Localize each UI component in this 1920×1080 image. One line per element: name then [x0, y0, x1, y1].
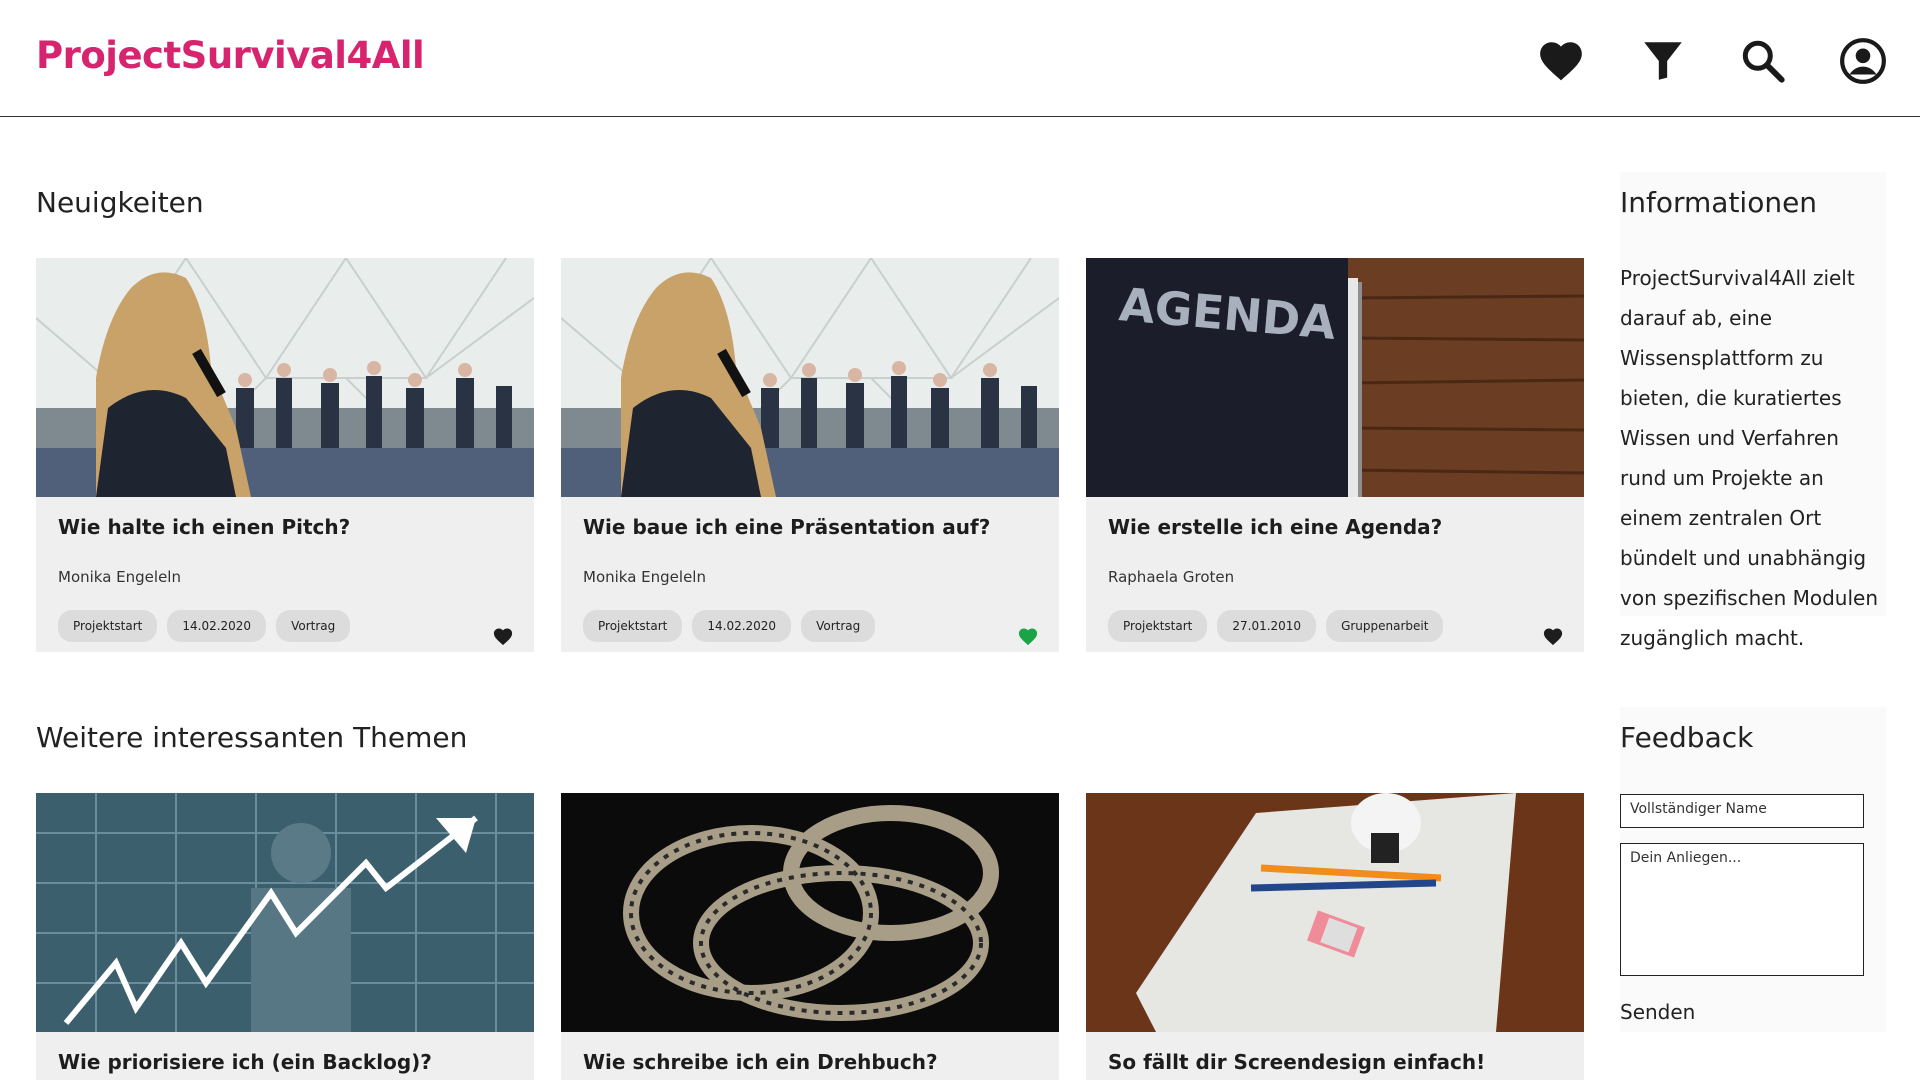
topic-card[interactable]: So fällt dir Screendesign einfach!: [1086, 793, 1584, 1080]
tag[interactable]: Projektstart: [1108, 610, 1208, 642]
news-section-title: Neuigkeiten: [36, 186, 204, 219]
tag[interactable]: 14.02.2020: [167, 610, 267, 642]
favorite-heart-icon[interactable]: [1017, 626, 1039, 646]
info-panel: Informationen ProjectSurvival4All zielt …: [1620, 172, 1886, 650]
heart-icon[interactable]: [1536, 36, 1586, 86]
card-title[interactable]: Wie erstelle ich eine Agenda?: [1108, 515, 1442, 539]
card-author: Monika Engeleln: [58, 568, 181, 586]
tag-list: Projektstart 14.02.2020 Vortrag: [583, 610, 876, 642]
send-button[interactable]: Senden: [1620, 1000, 1695, 1024]
card-title[interactable]: Wie schreibe ich ein Drehbuch?: [583, 1050, 938, 1074]
presentation-speaker-photo: [561, 258, 1059, 497]
brand-logo[interactable]: ProjectSurvival4All: [36, 34, 425, 77]
filter-icon[interactable]: [1638, 36, 1688, 86]
presentation-speaker-photo: [36, 258, 534, 497]
feedback-title: Feedback: [1620, 721, 1754, 754]
tag[interactable]: 27.01.2010: [1217, 610, 1317, 642]
favorite-heart-icon[interactable]: [1542, 626, 1564, 646]
tag[interactable]: Vortrag: [801, 610, 876, 642]
favorite-heart-icon[interactable]: [492, 626, 514, 646]
name-field[interactable]: Vollständiger Name: [1620, 794, 1864, 828]
film-reel-photo: [561, 793, 1059, 1032]
card-title[interactable]: Wie baue ich eine Präsentation auf?: [583, 515, 990, 539]
topic-card[interactable]: Wie schreibe ich ein Drehbuch?: [561, 793, 1059, 1080]
tag[interactable]: Gruppenarbeit: [1326, 610, 1444, 642]
more-topics-title: Weitere interessanten Themen: [36, 721, 468, 754]
card-author: Raphaela Groten: [1108, 568, 1235, 586]
paper-pencils-photo: [1086, 793, 1584, 1032]
growth-chart-photo: [36, 793, 534, 1032]
tag[interactable]: Vortrag: [276, 610, 351, 642]
card-title[interactable]: So fällt dir Screendesign einfach!: [1108, 1050, 1485, 1074]
message-field[interactable]: Dein Anliegen...: [1620, 843, 1864, 976]
feedback-panel: Feedback Vollständiger Name Dein Anliege…: [1620, 707, 1886, 1032]
search-icon[interactable]: [1738, 36, 1788, 86]
card-title[interactable]: Wie priorisiere ich (ein Backlog)?: [58, 1050, 432, 1074]
card-author: Monika Engeleln: [583, 568, 706, 586]
news-card[interactable]: Wie baue ich eine Präsentation auf? Moni…: [561, 258, 1059, 652]
account-icon[interactable]: [1838, 36, 1888, 86]
tag[interactable]: Projektstart: [583, 610, 683, 642]
tag-list: Projektstart 27.01.2010 Gruppenarbeit: [1108, 610, 1444, 642]
news-card[interactable]: Wie halte ich einen Pitch? Monika Engele…: [36, 258, 534, 652]
info-text: ProjectSurvival4All zielt darauf ab, ein…: [1620, 266, 1879, 650]
topic-card[interactable]: Wie priorisiere ich (ein Backlog)?: [36, 793, 534, 1080]
info-title: Informationen: [1620, 186, 1818, 219]
tag-list: Projektstart 14.02.2020 Vortrag: [58, 610, 351, 642]
card-title[interactable]: Wie halte ich einen Pitch?: [58, 515, 350, 539]
tag[interactable]: 14.02.2020: [692, 610, 792, 642]
news-card[interactable]: AGENDA Wie erstelle ich eine Agenda? Rap…: [1086, 258, 1584, 652]
agenda-book-photo: AGENDA: [1086, 258, 1584, 497]
tag[interactable]: Projektstart: [58, 610, 158, 642]
top-bar: ProjectSurvival4All: [0, 0, 1920, 117]
